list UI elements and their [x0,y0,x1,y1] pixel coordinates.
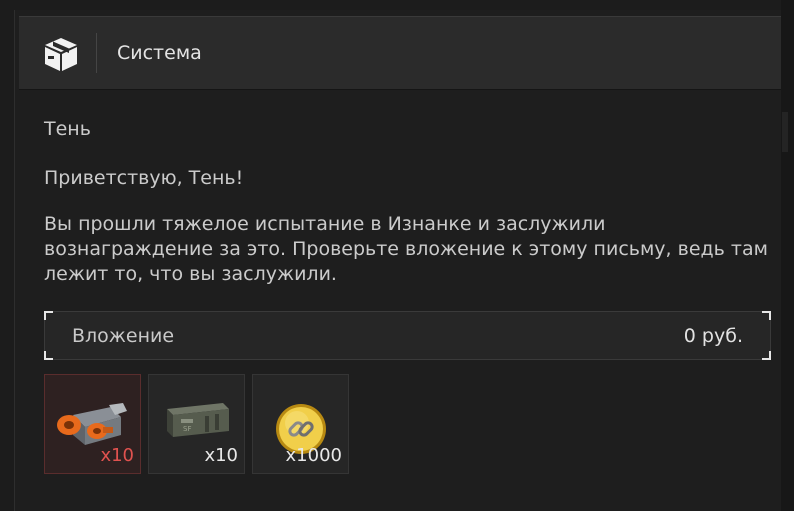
item-quantity: x10 [100,445,134,466]
attachment-bar: Вложение 0 руб. [44,311,771,360]
attachment-item-coins[interactable]: x1000 [252,374,349,474]
item-quantity: x10 [204,445,238,466]
corner-bracket [762,311,771,320]
orange-crate-icon [57,403,127,445]
attachment-label: Вложение [72,325,175,347]
scrollbar-track[interactable] [781,0,794,511]
item-quantity: x1000 [285,445,342,466]
greeting-text: Приветствую, Тень! [44,167,244,189]
attachment-item-crate[interactable]: x10 [44,374,141,474]
corner-bracket [762,351,771,360]
message-body: Вы прошли тяжелое испытание в Изнанке и … [44,213,768,285]
mail-header: Система [19,16,794,90]
attachment-item-ammo-box[interactable]: SF x10 [148,374,245,474]
svg-text:SF: SF [183,425,191,433]
box-icon [41,34,81,74]
corner-bracket [44,311,53,320]
sender-name: Тень [44,118,91,140]
attachment-value: 0 руб. [683,325,743,347]
header-separator [96,33,97,73]
ammo-box-icon: SF [167,403,229,437]
scrollbar-thumb[interactable] [782,112,788,152]
header-title: Система [117,42,202,64]
corner-bracket [44,351,53,360]
